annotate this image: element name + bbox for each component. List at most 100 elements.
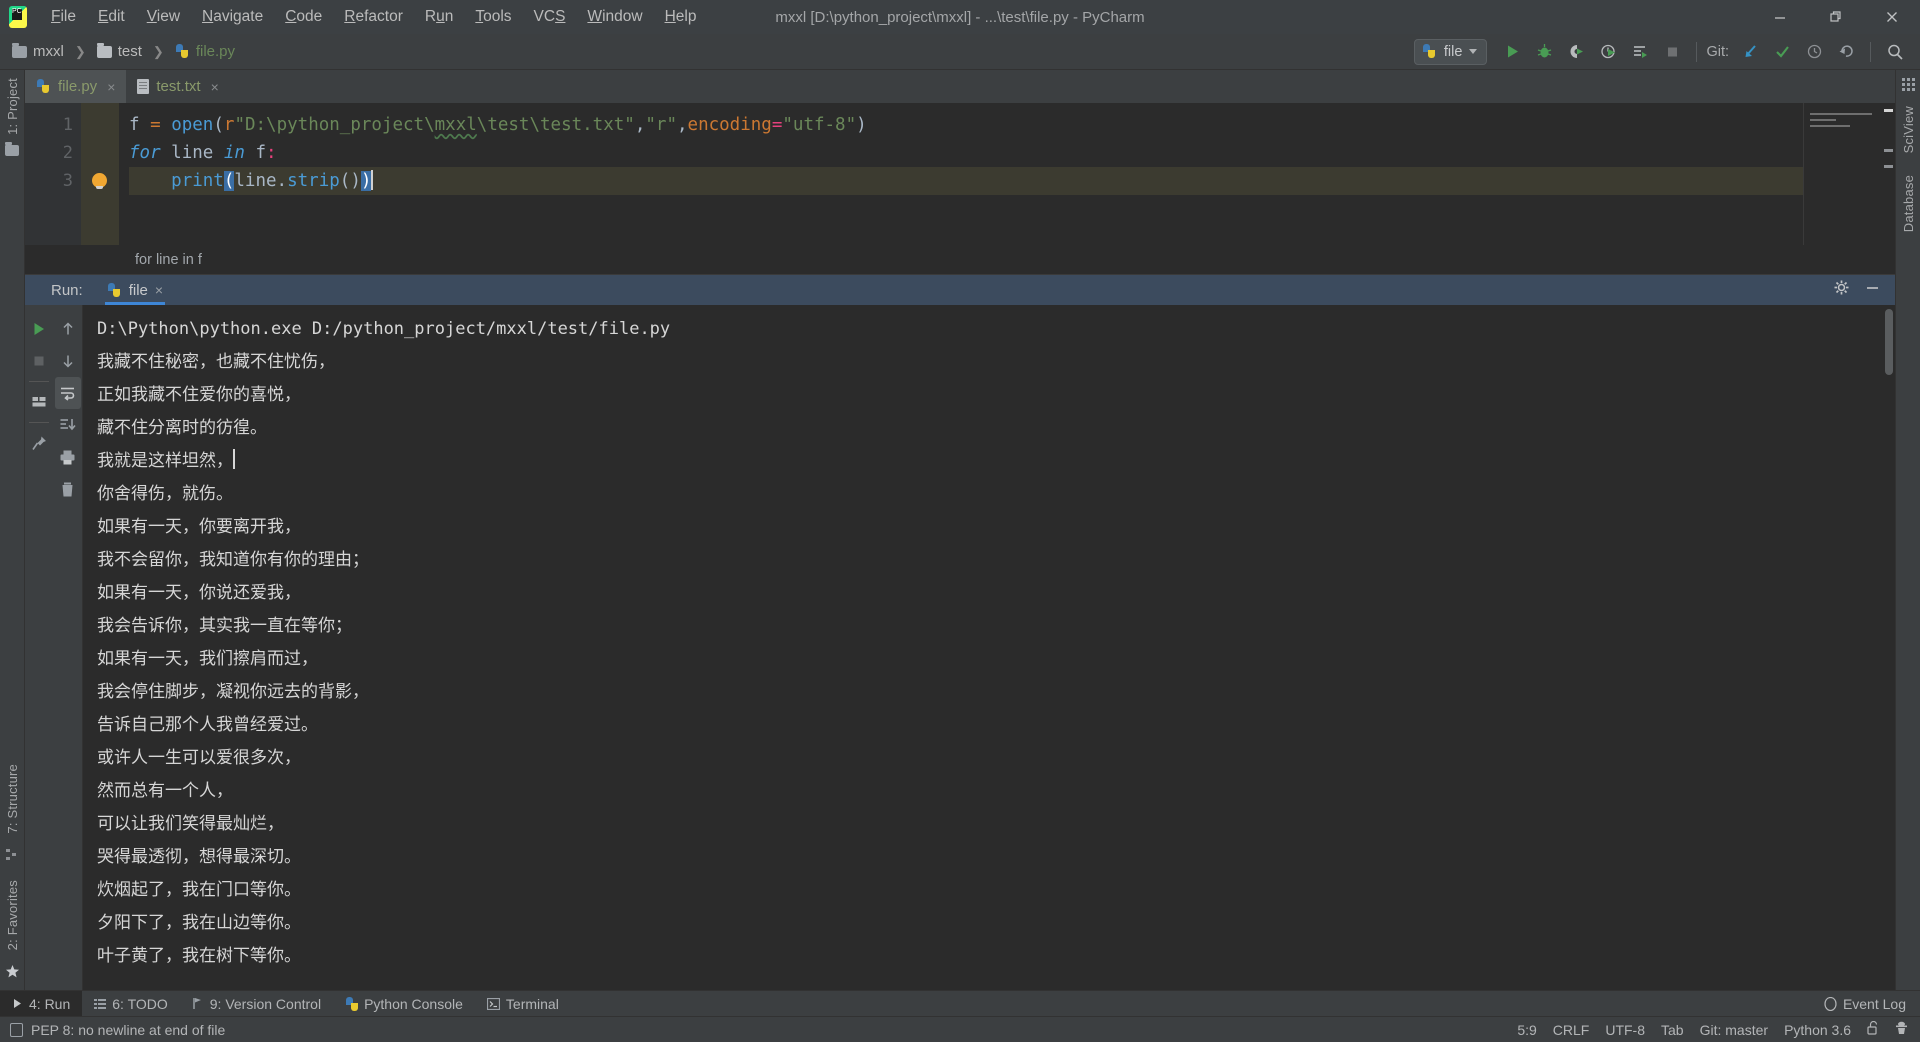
sidebar-item-structure[interactable]: 7: Structure [5,764,20,834]
run-button[interactable] [1497,38,1527,66]
code-line-3: print(line.strip()) [129,167,1803,195]
profile-button[interactable] [1593,38,1623,66]
history-button[interactable] [1799,38,1829,66]
stop-button[interactable] [1657,38,1687,66]
menu-item-run[interactable]: Run [414,4,464,30]
indent-setting[interactable]: Tab [1661,1022,1684,1038]
python-file-icon [175,44,190,59]
python-interpreter[interactable]: Python 3.6 [1784,1022,1851,1038]
tool-window-button-todo[interactable]: 6: TODO [82,991,180,1016]
navigation-bar: mxxl ❯ test ❯ file.py file Git: [0,34,1920,70]
run-panel-label: Run: [51,281,83,299]
search-everywhere-button[interactable] [1880,38,1910,66]
structure-icon[interactable] [5,848,19,866]
folder-icon[interactable] [5,141,19,161]
restore-button[interactable] [1808,0,1864,34]
soft-wrap-button[interactable] [54,377,81,409]
update-project-button[interactable] [1735,38,1765,66]
line-separator[interactable]: CRLF [1553,1022,1590,1038]
stop-button[interactable] [26,345,52,377]
run-configuration-selector[interactable]: file [1413,38,1488,65]
menu-item-help[interactable]: Help [654,4,708,30]
editor-minimap-scrollbar[interactable] [1803,103,1895,245]
event-log-button[interactable]: Event Log [1824,996,1920,1012]
main-body: 1: Project 7: Structure 2: Favorites fil… [0,70,1920,990]
up-stacktrace-button[interactable] [55,313,81,345]
menu-item-tools[interactable]: Tools [464,4,522,30]
close-button[interactable] [1864,0,1920,34]
layout-button[interactable] [26,386,52,418]
menu-item-navigate[interactable]: Navigate [191,4,274,30]
clear-all-button[interactable] [55,473,81,505]
inspection-icon [10,1022,23,1037]
run-actions-toolbar-right [53,305,83,990]
menu-item-edit[interactable]: Edit [87,4,136,30]
rerun-button[interactable] [26,313,52,345]
console-line-text: 我就是这样坦然， [97,451,233,471]
console-line: 夕阳下了，我在山边等你。 [97,913,301,933]
file-encoding[interactable]: UTF-8 [1605,1022,1645,1038]
sidebar-item-project[interactable]: 1: Project [5,78,20,135]
sidebar-item-favorites[interactable]: 2: Favorites [5,880,20,950]
run-with-console-button[interactable] [1625,38,1655,66]
unlocked-icon[interactable] [1867,1020,1879,1038]
scrollbar-thumb[interactable] [1885,309,1893,375]
console-scrollbar[interactable] [1883,305,1895,990]
close-icon[interactable]: × [211,79,219,95]
menu-item-vcs[interactable]: VCS [523,4,577,30]
sidebar-item-database[interactable]: Database [1901,175,1916,232]
lightbulb-icon[interactable] [92,173,107,189]
pin-tab-button[interactable] [26,427,52,459]
git-branch[interactable]: Git: master [1700,1022,1768,1038]
code-content[interactable]: f = open(r"D:\python_project\mxxl\test\t… [119,103,1803,245]
down-stacktrace-button[interactable] [55,345,81,377]
close-icon[interactable]: × [155,282,163,298]
run-tab-file[interactable]: file × [97,275,173,305]
menu-icon[interactable] [1901,78,1915,96]
left-tool-strip: 1: Project 7: Structure 2: Favorites [0,70,25,990]
breadcrumb-item-mxxl[interactable]: mxxl [33,43,64,60]
commit-button[interactable] [1767,38,1797,66]
text-caret [233,449,235,469]
sidebar-item-sciview[interactable]: SciView [1901,106,1916,153]
menu-item-refactor[interactable]: Refactor [333,4,414,30]
scroll-to-end-button[interactable] [55,409,81,441]
menu-item-window[interactable]: Window [576,4,653,30]
breadcrumb-item-test[interactable]: test [118,43,142,60]
status-bar: PEP 8: no newline at end of file 5:9 CRL… [0,1016,1920,1042]
tool-window-button-run[interactable]: 4: Run [0,991,83,1016]
star-icon[interactable] [5,964,20,984]
tool-window-button-version-control[interactable]: 9: Version Control [180,991,333,1016]
console-line: 我会告诉你，其实我一直在等你； [97,616,352,636]
editor-breadcrumb[interactable]: for line in f [25,245,1895,275]
gear-icon[interactable] [1833,279,1850,301]
toolbar-divider [29,422,49,423]
menu-item-code[interactable]: Code [274,4,333,30]
event-log-icon [1824,996,1837,1011]
editor-tab-filepy[interactable]: file.py × [25,70,127,103]
minimize-icon[interactable] [1864,279,1881,301]
breadcrumb-item-filepy[interactable]: file.py [196,43,235,60]
breadcrumb-separator: ❯ [152,43,164,59]
tool-window-button-terminal[interactable]: Terminal [475,991,571,1016]
menu-item-view[interactable]: View [136,4,191,30]
rollback-button[interactable] [1831,38,1861,66]
run-tab-label: file [128,281,148,299]
editor-tab-testtxt[interactable]: test.txt × [126,70,229,103]
minimize-button[interactable] [1752,0,1808,34]
run-configuration-name: file [1443,43,1463,60]
console-output[interactable]: D:\Python\python.exe D:/python_project/m… [83,305,1883,990]
tool-window-button-python-console[interactable]: Python Console [333,991,475,1016]
print-button[interactable] [55,441,81,473]
close-icon[interactable]: × [107,79,115,95]
console-line: 可以让我们笑得最灿烂， [97,814,284,834]
toolbar-divider [29,381,49,382]
line-number: 2 [62,143,73,163]
tool-window-label: 4: Run [29,995,71,1012]
caret-position[interactable]: 5:9 [1517,1022,1536,1038]
menu-item-file[interactable]: FFileile [40,4,87,30]
code-editor[interactable]: 1 2 3 f = open(r"D:\python_project\mxxl\… [25,103,1895,245]
run-coverage-button[interactable] [1561,38,1591,66]
debug-button[interactable] [1529,38,1559,66]
hector-icon[interactable] [1895,1021,1908,1038]
